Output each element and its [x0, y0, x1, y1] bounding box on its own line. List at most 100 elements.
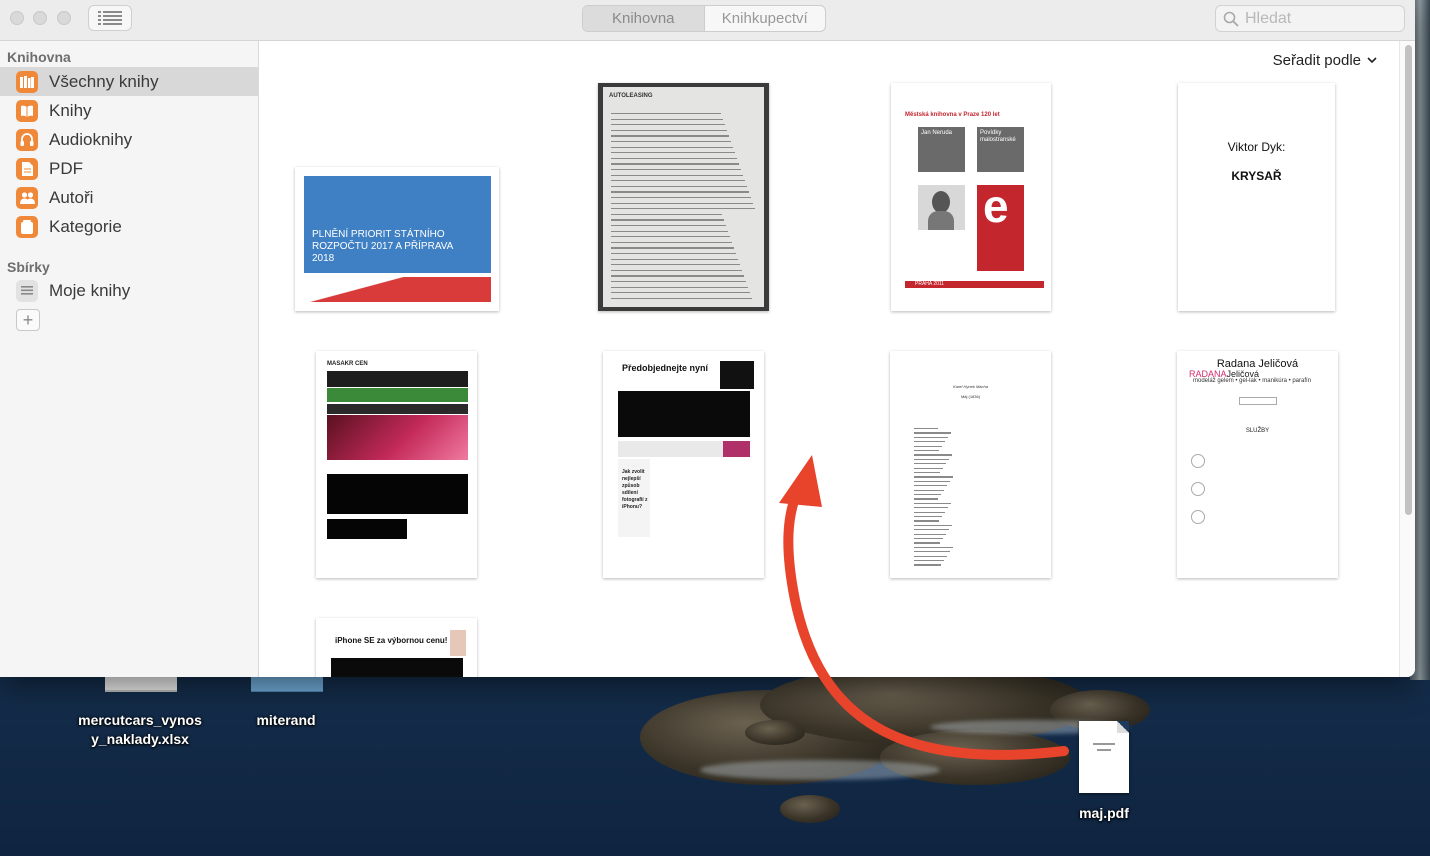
tab-bookstore[interactable]: Knihkupectví: [705, 6, 826, 31]
poem-text-line: [914, 494, 941, 496]
document-text-line: [611, 146, 733, 148]
document-text-line: [611, 247, 734, 249]
sidebar-item-label: Všechny knihy: [49, 71, 159, 91]
poem-text-line: [914, 546, 953, 548]
library-header: Městská knihovna v Praze 120 let: [905, 112, 1000, 118]
book-cover-maj[interactable]: Karel Hynek Mácha Máj (1836): [890, 351, 1051, 578]
book-cover-povidky-malostranske[interactable]: Městská knihovna v Praze 120 let Jan Ner…: [891, 83, 1051, 311]
category-icon: [16, 215, 38, 238]
document-text-line: [611, 264, 740, 266]
book-cover-radana[interactable]: Radana Jeličová RADANAJeličová modeláž g…: [1177, 351, 1338, 578]
document-text-line: [611, 185, 747, 188]
poem-text-line: [914, 445, 942, 447]
poem-text-line: [914, 516, 942, 518]
book-author: Viktor Dyk:: [1227, 140, 1286, 154]
poem-text-line: [914, 555, 947, 557]
poem-text-line: [914, 524, 952, 526]
book-cover-predobjednejte[interactable]: Předobjednejte nyní Jak zvolit nejlepší …: [603, 351, 764, 578]
search-field[interactable]: Hledat: [1215, 5, 1405, 32]
sidebar-item-audiobooks[interactable]: Audioknihy: [0, 125, 258, 154]
zoom-window-button[interactable]: [57, 11, 71, 25]
sidebar-item-categories[interactable]: Kategorie: [0, 212, 258, 241]
sidebar-item-label: Knihy: [49, 100, 92, 120]
brand-tagline: modeláž gelem • gel-lak • manikúra • par…: [1193, 378, 1312, 384]
sidebar-item-pdf[interactable]: PDF: [0, 154, 258, 183]
document-text-line: [611, 129, 727, 132]
authors-icon: [16, 186, 38, 209]
view-segmented-control: Knihovna Knihkupectví: [582, 5, 826, 32]
poem-text-line: [914, 502, 951, 504]
poem-text-line: [914, 529, 949, 531]
document-text-line: [611, 281, 746, 283]
document-text-line: [611, 169, 741, 171]
close-window-button[interactable]: [10, 11, 24, 25]
sidebar: Knihovna Všechny knihy Knihy Audioknihy …: [0, 41, 259, 677]
poem-text-line: [914, 472, 940, 474]
add-collection-button[interactable]: +: [16, 309, 40, 331]
poem-text-line: [914, 511, 945, 513]
work-label: Povídky malostranské: [980, 130, 1016, 143]
book-title: PLNĚNÍ PRIORIT STÁTNÍHO ROZPOČTU 2017 A …: [312, 229, 453, 264]
spreadsheet-icon: [105, 677, 177, 692]
book-title: Máj (1836): [960, 394, 981, 399]
book-cover-state-budget[interactable]: PLNĚNÍ PRIORIT STÁTNÍHO ROZPOČTU 2017 A …: [295, 167, 499, 311]
minimize-window-button[interactable]: [33, 11, 47, 25]
book-cover-krysar[interactable]: Viktor Dyk: KRYSAŘ: [1178, 83, 1335, 311]
document-text-line: [611, 141, 731, 143]
poem-text-line: [914, 450, 939, 452]
document-text-line: [611, 191, 749, 193]
desktop-file-label: miterand: [256, 712, 316, 728]
poem-text-line: [914, 542, 940, 544]
document-text-line: [611, 253, 736, 255]
author-portrait: [918, 185, 965, 230]
poem-text-line: [914, 560, 944, 562]
tab-library[interactable]: Knihovna: [583, 6, 705, 31]
toggle-sidebar-button[interactable]: [88, 5, 132, 31]
scrollbar-thumb[interactable]: [1405, 45, 1412, 515]
desktop-file-maj-pdf[interactable]: maj.pdf: [1064, 719, 1144, 829]
author-label: Jan Neruda: [921, 130, 953, 136]
poem-text-line: [914, 432, 951, 434]
pdf-document-icon: [1079, 721, 1129, 793]
folder-icon: [251, 677, 323, 692]
all-books-icon: [16, 70, 38, 93]
desktop-file-label: maj.pdf: [1079, 805, 1129, 821]
books-window: Knihovna Knihkupectví Hledat Knihovna Vš…: [0, 0, 1415, 677]
footer-label: PRAHA 2011: [915, 281, 945, 287]
book-cover-masakr-cen[interactable]: MASAKR CEN: [316, 351, 477, 578]
sidebar-item-my-books[interactable]: Moje knihy: [0, 276, 258, 305]
vertical-scrollbar[interactable]: [1399, 41, 1415, 677]
list-icon: [16, 279, 38, 302]
pdf-icon: [16, 157, 38, 180]
section-heading: SLUŽBY: [1245, 428, 1270, 434]
sidebar-item-books[interactable]: Knihy: [0, 96, 258, 125]
sidebar-item-authors[interactable]: Autoři: [0, 183, 258, 212]
list-icon: [98, 11, 122, 25]
document-text-line: [611, 292, 750, 294]
library-section-heading: Knihovna: [7, 49, 71, 65]
poem-text-line: [914, 485, 947, 487]
poem-text-line: [914, 507, 948, 509]
poem-text-line: [914, 463, 946, 465]
poem-text-line: [914, 551, 950, 553]
poem-text-line: [914, 538, 943, 540]
poem-text-line: [914, 454, 952, 456]
poem-text-line: [914, 480, 950, 482]
book-body-text: Jak zvolit nejlepší způsob sdílení fotog…: [622, 469, 648, 510]
desktop-folder-miterand[interactable]: miterand: [236, 677, 336, 737]
search-input[interactable]: Hledat: [1245, 10, 1291, 28]
poem-text-line: [914, 533, 946, 535]
document-text-line: [611, 219, 724, 221]
document-text-line: [611, 163, 739, 165]
book-cover-autoleasing[interactable]: AUTOLEASING: [598, 83, 769, 311]
book-cover-iphone-se[interactable]: iPhone SE za výbornou cenu!: [316, 618, 477, 677]
document-text-line: [611, 286, 748, 288]
sidebar-item-all-books[interactable]: Všechny knihy: [0, 67, 258, 96]
document-header: iPhone SE za výbornou cenu!: [335, 636, 448, 645]
sidebar-item-label: Autoři: [49, 187, 94, 207]
sort-by-button[interactable]: Seřadit podle: [1273, 52, 1377, 69]
document-header: MASAKR CEN: [327, 361, 368, 367]
logo-block: e: [977, 183, 1024, 271]
desktop-file-xlsx[interactable]: mercutcars_vynos y_naklady.xlsx: [70, 677, 210, 752]
book-icon: [16, 99, 38, 122]
